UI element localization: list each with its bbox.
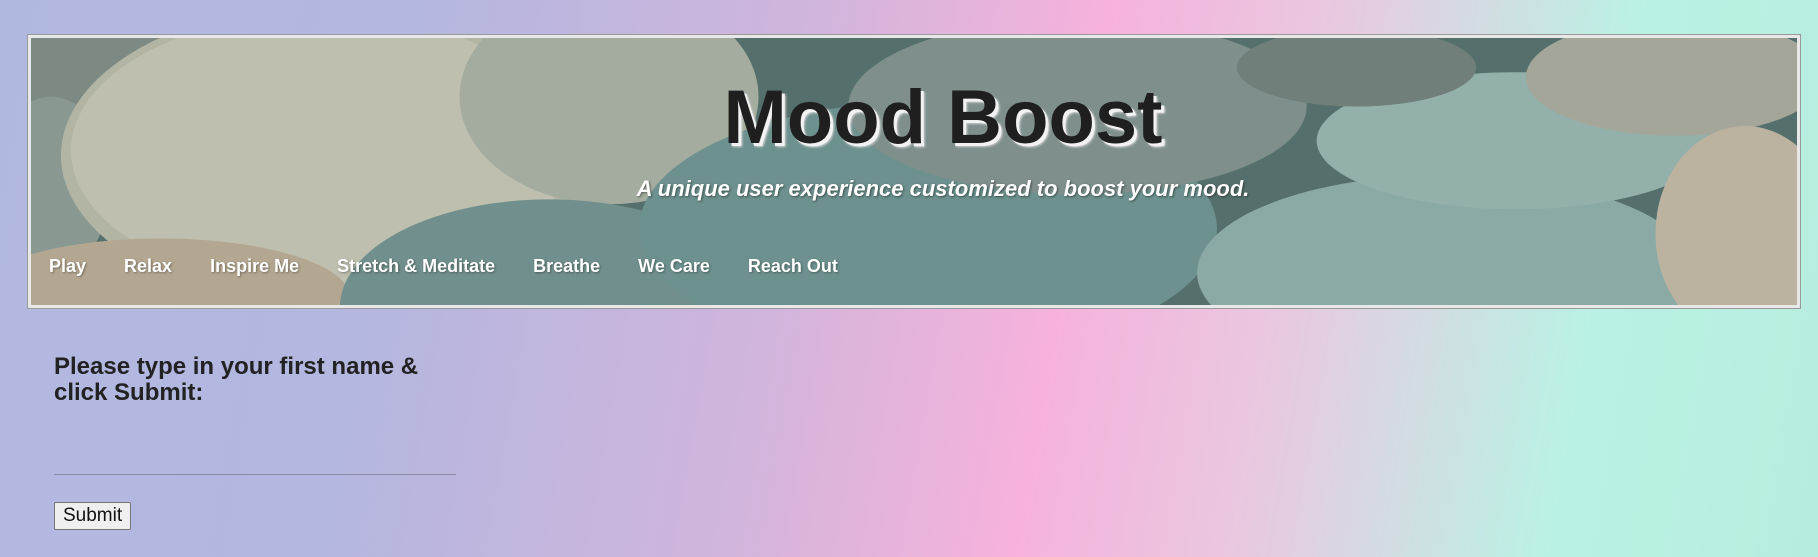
- nav-item-stretch-meditate[interactable]: Stretch & Meditate: [337, 256, 495, 277]
- nav-item-play[interactable]: Play: [49, 256, 86, 277]
- name-form: Please type in your first name & click S…: [54, 353, 474, 530]
- nav-item-inspire-me[interactable]: Inspire Me: [210, 256, 299, 277]
- name-prompt: Please type in your first name & click S…: [54, 353, 419, 406]
- nav-item-we-care[interactable]: We Care: [638, 256, 710, 277]
- main-nav: Play Relax Inspire Me Stretch & Meditate…: [49, 256, 876, 277]
- site-subtitle: A unique user experience customized to b…: [636, 176, 1250, 201]
- nav-item-reach-out[interactable]: Reach Out: [748, 256, 838, 277]
- first-name-input[interactable]: [54, 442, 456, 475]
- nav-item-relax[interactable]: Relax: [124, 256, 172, 277]
- site-title: Mood Boost: [723, 75, 1163, 160]
- nav-item-breathe[interactable]: Breathe: [533, 256, 600, 277]
- header-banner: Mood Boost A unique user experience cust…: [28, 35, 1800, 308]
- submit-button[interactable]: Submit: [54, 502, 132, 530]
